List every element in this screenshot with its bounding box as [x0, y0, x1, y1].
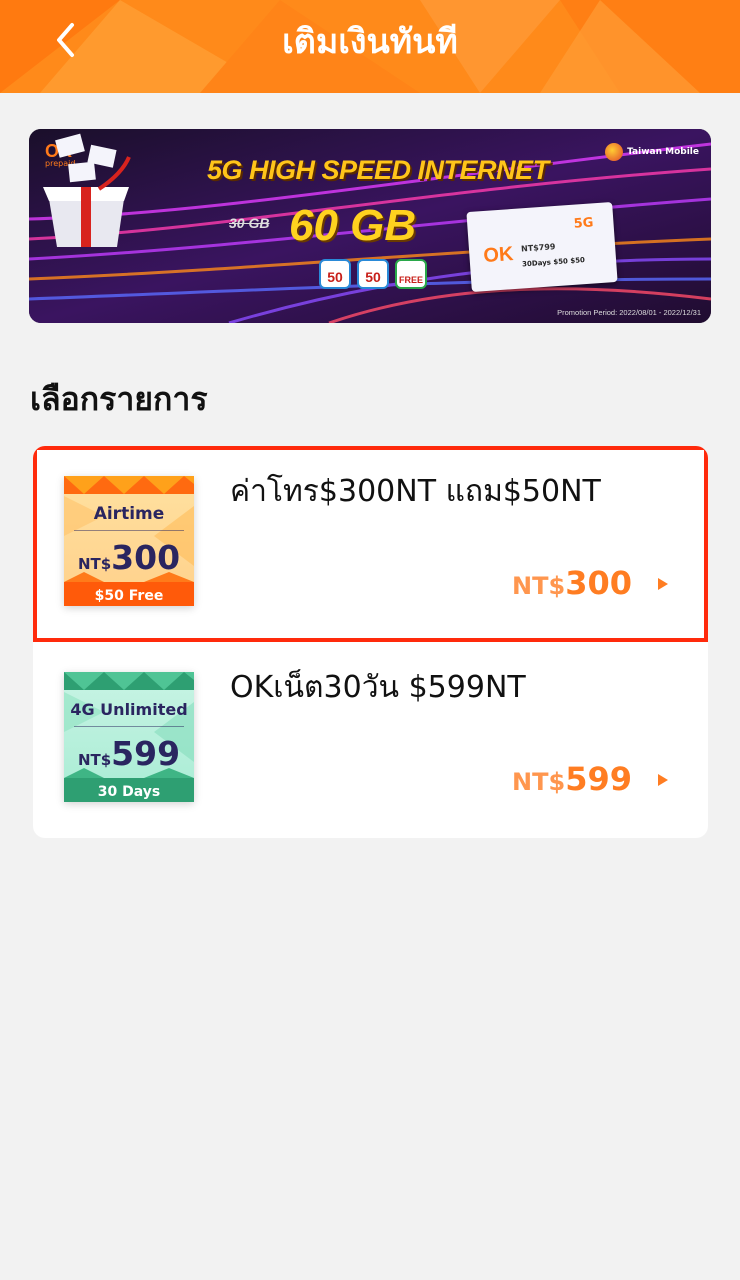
thumb-title: 4G Unlimited: [70, 700, 188, 719]
top-header: เติมเงินทันที: [0, 0, 740, 93]
thumb-footer: 30 Days: [97, 784, 161, 800]
carrier-logo: Taiwan Mobile: [605, 143, 699, 161]
product-list: Airtime NT$300 $50 Free ค่าโทร$300NT แถม…: [33, 446, 708, 838]
gift-box-icon: [43, 133, 131, 247]
section-title: เลือกรายการ: [30, 380, 208, 418]
badge-018: 50: [357, 259, 389, 289]
card-price: NT$799: [520, 242, 556, 254]
old-data-amount: 30 GB: [229, 215, 270, 231]
card-brand: OK: [482, 243, 515, 268]
new-data-amount: 60 GB: [289, 201, 417, 250]
page-title: เติมเงินทันที: [282, 22, 458, 62]
promo-period: Promotion Period: 2022/08/01 - 2022/12/3…: [557, 308, 701, 317]
thumb-price: NT$300: [77, 538, 181, 577]
card-days: 30Days $50 $50: [521, 256, 586, 269]
item-price: NT$300: [512, 564, 632, 602]
list-item-4g-unlimited[interactable]: 4G Unlimited NT$599 30 Days OKเน็ต30วัน …: [33, 642, 708, 838]
item-price: NT$599: [512, 760, 632, 798]
airtime-thumbnail: Airtime NT$300 $50 Free: [64, 476, 194, 606]
banner-badges: 50 50 FREE: [319, 259, 427, 289]
banner-headline: 5G HIGH SPEED INTERNET: [207, 155, 549, 185]
list-item-airtime[interactable]: Airtime NT$300 $50 Free ค่าโทร$300NT แถม…: [33, 446, 708, 642]
thumb-title: Airtime: [93, 504, 165, 524]
item-name: OKเน็ต30วัน $599NT: [230, 670, 526, 705]
thumb-footer: $50 Free: [94, 588, 164, 604]
badge-free: FREE: [395, 259, 427, 289]
promo-banner[interactable]: OK prepaid Taiwan Mobile 5G HIGH SPEED I…: [29, 129, 711, 323]
sim-card-image: 5G OK NT$799 30Days $50 $50: [466, 202, 618, 292]
item-name: ค่าโทร$300NT แถม$50NT: [230, 474, 601, 509]
thumb-price: NT$599: [77, 734, 181, 773]
thumb-divider: [74, 726, 184, 727]
caret-right-icon: [658, 774, 668, 786]
card-5g-tag: 5G: [573, 215, 594, 232]
badge-local-call: 50: [319, 259, 351, 289]
carrier-icon: [605, 143, 624, 161]
caret-right-icon: [658, 578, 668, 590]
thumb-divider: [74, 530, 184, 531]
carrier-name: Taiwan Mobile: [627, 147, 699, 157]
unlimited-thumbnail: 4G Unlimited NT$599 30 Days: [64, 672, 194, 802]
